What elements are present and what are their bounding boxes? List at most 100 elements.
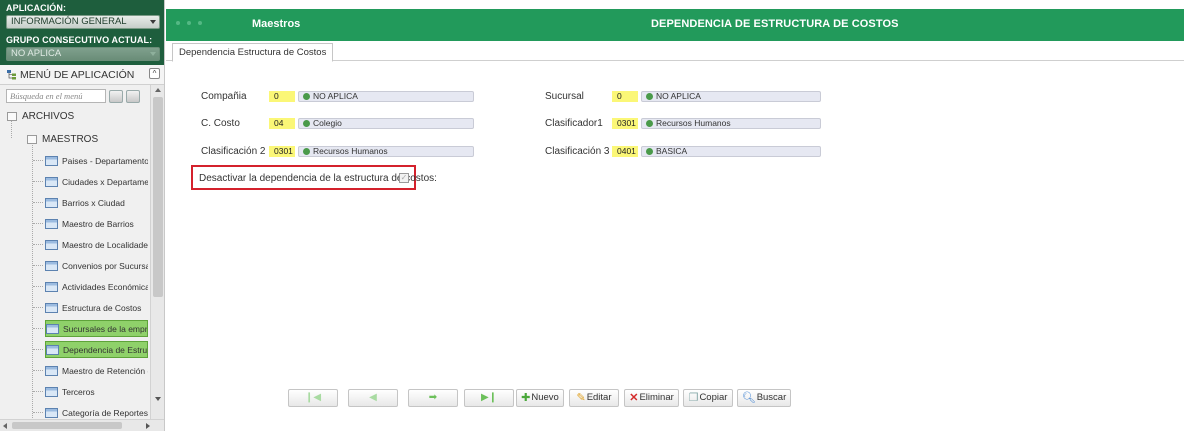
scroll-right-icon[interactable] bbox=[146, 423, 150, 429]
last-icon: ▶❙ bbox=[480, 392, 498, 403]
copy-icon: ❐ bbox=[688, 392, 699, 404]
menu-item-categoria-reportes[interactable]: Categoría de Reportes bbox=[45, 404, 148, 419]
tree-node-maestros[interactable]: MAESTROS bbox=[27, 134, 98, 145]
clasificacion2-code-field[interactable]: 0301 bbox=[269, 146, 295, 157]
clasificador1-label: Clasificador1 bbox=[545, 118, 603, 129]
form-icon bbox=[46, 323, 59, 334]
arrow-left-icon: ◀ bbox=[369, 392, 377, 403]
clasificacion3-code-field[interactable]: 0401 bbox=[612, 146, 638, 157]
scroll-up-icon[interactable] bbox=[155, 88, 161, 92]
menu-item-maestro-barrios[interactable]: Maestro de Barrios bbox=[45, 215, 148, 232]
page-title: DEPENDENCIA DE ESTRUCTURA DE COSTOS bbox=[651, 18, 899, 30]
previous-record-button[interactable]: ◀ bbox=[348, 389, 398, 407]
costo-label: C. Costo bbox=[201, 118, 240, 129]
form-icon bbox=[45, 239, 58, 250]
last-record-button[interactable]: ▶❙ bbox=[464, 389, 514, 407]
compania-code-field[interactable]: 0 bbox=[269, 91, 295, 102]
clasificacion3-desc: BASICA bbox=[656, 146, 688, 156]
costo-desc-field: Colegio bbox=[298, 118, 474, 129]
clasificador1-code-field[interactable]: 0301 bbox=[612, 118, 638, 129]
sucursal-label: Sucursal bbox=[545, 91, 584, 102]
menu-item-terceros[interactable]: Terceros bbox=[45, 383, 148, 400]
eliminar-button[interactable]: ✕ Eliminar bbox=[624, 389, 679, 407]
search-button[interactable] bbox=[109, 89, 123, 103]
menu-horizontal-scrollbar[interactable] bbox=[0, 419, 164, 431]
form-icon bbox=[45, 218, 58, 229]
copiar-button[interactable]: ❐ Copiar bbox=[683, 389, 733, 407]
menu-item-actividades[interactable]: Actividades Económicas bbox=[45, 278, 148, 295]
menu-item-label: Convenios por Sucursal bbox=[62, 260, 148, 271]
menu-header: MENÚ DE APLICACIÓN ^ bbox=[0, 65, 164, 85]
editar-button[interactable]: ✎ Editar bbox=[569, 389, 619, 407]
lookup-icon[interactable] bbox=[646, 120, 653, 127]
compania-label: Compañia bbox=[201, 91, 247, 102]
desactivar-highlight-box: Desactivar la dependencia de la estructu… bbox=[191, 165, 437, 190]
sucursal-code-field[interactable]: 0 bbox=[612, 91, 638, 102]
editar-label: Editar bbox=[586, 392, 612, 403]
clasificacion2-desc: Recursos Humanos bbox=[313, 146, 388, 156]
menu-vertical-scrollbar[interactable] bbox=[150, 85, 164, 419]
form-icon bbox=[45, 281, 58, 292]
menu-item-paises[interactable]: Paises - Departamentos bbox=[45, 152, 148, 169]
group-select[interactable]: NO APLICA bbox=[6, 47, 160, 61]
application-select[interactable]: INFORMACIÓN GENERAL bbox=[6, 15, 160, 29]
costo-code-field[interactable]: 04 bbox=[269, 118, 295, 129]
menu-search-input[interactable]: Búsqueda en el menú bbox=[6, 89, 106, 103]
tab-bar: Dependencia Estructura de Costos bbox=[166, 41, 1184, 62]
menu-item-barrios-ciudad[interactable]: Barrios x Ciudad bbox=[45, 194, 148, 211]
nuevo-button[interactable]: ✚ Nuevo bbox=[516, 389, 564, 407]
lookup-icon[interactable] bbox=[303, 93, 310, 100]
buscar-button[interactable]: 🔍︎ Buscar bbox=[737, 389, 791, 407]
collapse-menu-button[interactable]: ^ bbox=[149, 68, 160, 79]
pencil-icon: ✎ bbox=[576, 392, 586, 404]
lookup-icon[interactable] bbox=[646, 148, 653, 155]
desactivar-checkbox[interactable]: ✓ bbox=[399, 173, 409, 183]
costo-desc: Colegio bbox=[313, 118, 342, 128]
buscar-label: Buscar bbox=[756, 392, 787, 403]
menu-item-dependencia[interactable]: Dependencia de Estructur bbox=[45, 341, 148, 358]
sucursal-desc: NO APLICA bbox=[656, 91, 701, 101]
form-icon bbox=[45, 260, 58, 271]
menu-item-label: Estructura de Costos bbox=[62, 302, 142, 313]
menu-item-ciudades[interactable]: Ciudades x Departamento bbox=[45, 173, 148, 190]
first-record-button[interactable]: ❙◀ bbox=[288, 389, 338, 407]
sucursal-desc-field: NO APLICA bbox=[641, 91, 821, 102]
menu-item-localidades[interactable]: Maestro de Localidades bbox=[45, 236, 148, 253]
menu-item-sucursales[interactable]: Sucursales de la empresa bbox=[45, 320, 148, 337]
form-icon bbox=[45, 155, 58, 166]
delete-x-icon: ✕ bbox=[629, 392, 639, 404]
lookup-icon[interactable] bbox=[303, 120, 310, 127]
app-window: APLICACIÓN: INFORMACIÓN GENERAL GRUPO CO… bbox=[0, 0, 1184, 431]
menu-item-estructura-costos[interactable]: Estructura de Costos bbox=[45, 299, 148, 316]
compania-desc-field: NO APLICA bbox=[298, 91, 474, 102]
scroll-thumb[interactable] bbox=[153, 97, 163, 297]
clasificacion3-label: Clasificación 3 bbox=[545, 146, 610, 157]
group-value: NO APLICA bbox=[11, 48, 62, 59]
search-icon: 🔍︎ bbox=[741, 392, 756, 404]
menu-item-label: Maestro de Localidades bbox=[62, 239, 148, 250]
menu-tree-icon bbox=[7, 69, 16, 79]
scroll-down-icon[interactable] bbox=[155, 397, 161, 401]
eliminar-label: Eliminar bbox=[639, 392, 674, 403]
clasificador1-desc: Recursos Humanos bbox=[656, 118, 731, 128]
clear-search-button[interactable] bbox=[126, 89, 140, 103]
scroll-left-icon[interactable] bbox=[3, 423, 7, 429]
first-icon: ❙◀ bbox=[304, 392, 322, 403]
menu-item-retencion[interactable]: Maestro de Retención en bbox=[45, 362, 148, 379]
menu-search-row: Búsqueda en el menú bbox=[0, 85, 164, 107]
scroll-thumb[interactable] bbox=[12, 422, 122, 429]
folder-icon bbox=[27, 135, 37, 144]
menu-item-label: Categoría de Reportes bbox=[62, 407, 148, 418]
menu-item-convenios[interactable]: Convenios por Sucursal bbox=[45, 257, 148, 274]
lookup-icon[interactable] bbox=[303, 148, 310, 155]
chevron-down-icon bbox=[150, 52, 156, 56]
next-record-button[interactable]: ➡ bbox=[408, 389, 458, 407]
application-value: INFORMACIÓN GENERAL bbox=[11, 16, 127, 27]
menu-item-label: Terceros bbox=[62, 386, 95, 397]
tab-dependencia-estructura[interactable]: Dependencia Estructura de Costos bbox=[172, 43, 334, 62]
form-icon bbox=[46, 344, 59, 355]
lookup-icon[interactable] bbox=[646, 93, 653, 100]
menu-item-label: Actividades Económicas bbox=[62, 281, 148, 292]
tree-node-archivos[interactable]: ARCHIVOS bbox=[7, 111, 74, 122]
menu-item-label: Sucursales de la empresa bbox=[63, 323, 148, 334]
